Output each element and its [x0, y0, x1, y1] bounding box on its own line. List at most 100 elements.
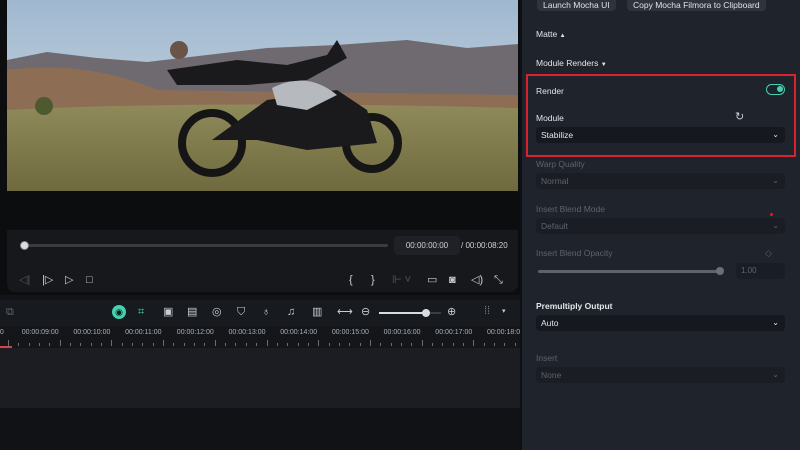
ruler-tick	[338, 343, 340, 346]
ruler-label: 00:00:16:00	[383, 329, 421, 336]
insert-label: Insert	[536, 353, 558, 363]
ruler-tick	[359, 343, 361, 346]
add-media-icon[interactable]: ▤	[187, 306, 197, 318]
module-renders-section[interactable]: Module Renders ▼	[536, 58, 607, 68]
layout-dropdown-icon[interactable]: ▾	[502, 306, 506, 318]
matte-section[interactable]: Matte ▲	[536, 29, 566, 39]
module-select[interactable]: Stabilize ⌄	[536, 127, 785, 143]
ai-robot-icon[interactable]: ◉	[112, 305, 126, 319]
launch-mocha-button[interactable]: Launch Mocha UI	[537, 0, 616, 11]
module-renders-label: Module Renders	[536, 58, 599, 68]
blend-opacity-label: Insert Blend Opacity	[536, 248, 613, 258]
ruler-label: 00:00:13:00	[228, 329, 266, 336]
ruler-tick	[132, 343, 134, 346]
opacity-slider-handle[interactable]	[716, 267, 724, 275]
properties-panel: Launch Mocha UI Copy Mocha Filmora to Cl…	[522, 0, 800, 450]
ruler-tick	[70, 343, 72, 346]
ruler-tick	[266, 340, 268, 346]
fit-width-icon[interactable]: ⟷	[337, 306, 353, 318]
current-timecode[interactable]: 00:00:00:00	[394, 236, 460, 255]
ruler-tick	[369, 340, 371, 346]
player-controls: 00:00:00:00 / 00:00:08:20 ◁| |▷ ▷ □ { } …	[7, 230, 518, 292]
marker-icon[interactable]: ⊩ ˅	[392, 274, 411, 286]
opacity-slider[interactable]	[538, 267, 724, 275]
layout-grid-icon[interactable]: ⁞⁞	[484, 305, 490, 317]
editor-left: 00:00:00:00 / 00:00:08:20 ◁| |▷ ▷ □ { } …	[0, 0, 520, 450]
shield-icon[interactable]: ⛉	[237, 306, 245, 318]
ruler-tick	[390, 343, 392, 346]
ruler-tick	[452, 343, 454, 346]
translate-icon[interactable]: ⧉	[6, 306, 14, 318]
mark-out-icon[interactable]: }	[371, 274, 375, 286]
timeline-track[interactable]	[0, 348, 520, 408]
premultiply-value: Auto	[541, 318, 559, 328]
ruler-tick	[121, 343, 123, 346]
opacity-input[interactable]: 1.00	[736, 263, 785, 279]
ruler-tick	[163, 340, 165, 346]
playback-scrubber[interactable]	[20, 241, 388, 250]
ruler-tick	[380, 343, 382, 346]
ruler-label: 00:00:11:00	[125, 329, 162, 336]
timeline-track-empty[interactable]	[0, 408, 520, 450]
render-toggle[interactable]	[766, 84, 785, 95]
blend-mode-select[interactable]: Default ⌄	[536, 218, 785, 234]
ruler-tick	[483, 343, 485, 346]
premultiply-select[interactable]: Auto ⌄	[536, 315, 785, 331]
stop-icon[interactable]: □	[86, 274, 93, 286]
ruler-tick	[142, 343, 144, 346]
chevron-down-icon: ⌄	[772, 318, 779, 327]
insert-select[interactable]: None ⌄	[536, 367, 785, 383]
ruler-tick	[80, 343, 82, 346]
display-icon[interactable]: ▭	[427, 274, 437, 286]
ruler-tick	[18, 343, 20, 346]
ai-cut-icon[interactable]: ⌗	[138, 306, 144, 318]
module-label: Module	[536, 113, 564, 123]
zoom-slider[interactable]	[379, 309, 441, 317]
modified-dot	[770, 213, 773, 216]
volume-icon[interactable]: ◁)	[471, 274, 483, 286]
timeline-ruler[interactable]: 00 00:00:09:00 00:00:10:00 00:00:11:00 00:00…	[0, 326, 520, 348]
ruler-tick	[307, 343, 309, 346]
ruler-tick	[473, 340, 475, 346]
preview-panel: 00:00:00:00 / 00:00:08:20 ◁| |▷ ▷ □ { } …	[0, 0, 520, 295]
keyframe-diamond-icon[interactable]: ◇	[765, 247, 772, 259]
ruler-tick	[28, 343, 30, 346]
warp-quality-label: Warp Quality	[536, 159, 585, 169]
ruler-tick	[421, 340, 423, 346]
render-label: Render	[536, 86, 564, 96]
timeline-toolbar: ⧉ ◉ ⌗ ▣ ▤ ◎ ⛉ ♁ ♫ ▥ ⟷ ⊖ ⊕ ⁞⁞ ▾	[0, 300, 520, 326]
ruler-label: 00:00:14:00	[280, 329, 318, 336]
chevron-down-icon: ⌄	[772, 221, 779, 230]
ruler-tick	[462, 343, 464, 346]
ruler-label: 00:00:18:00	[487, 329, 520, 336]
ruler-tick	[245, 343, 247, 346]
warp-quality-select[interactable]: Normal ⌄	[536, 173, 785, 189]
audio-sync-icon[interactable]: ◎	[212, 306, 222, 318]
ruler-label: 00:00:10:00	[73, 329, 111, 336]
play-icon[interactable]: ▷	[65, 274, 73, 286]
clip-settings-icon[interactable]: ▥	[312, 306, 322, 318]
next-frame-icon[interactable]: |▷	[42, 274, 53, 286]
scrubber-handle[interactable]	[20, 241, 29, 250]
zoom-slider-handle[interactable]	[421, 309, 430, 317]
zoom-in-icon[interactable]: ⊕	[447, 306, 456, 318]
expand-icon: ▼	[600, 62, 607, 68]
fullscreen-icon[interactable]: ⤡	[494, 274, 503, 286]
module-value: Stabilize	[541, 130, 574, 140]
ruler-tick	[173, 343, 175, 346]
auto-reframe-icon[interactable]: ▣	[163, 306, 173, 318]
music-list-icon[interactable]: ♫	[287, 306, 295, 318]
blend-mode-label: Insert Blend Mode	[536, 204, 605, 214]
zoom-out-icon[interactable]: ⊖	[361, 306, 370, 318]
ruler-tick	[101, 343, 103, 346]
video-frame	[7, 0, 518, 191]
mark-in-icon[interactable]: {	[349, 274, 353, 286]
collapse-icon: ▲	[559, 33, 566, 39]
prev-frame-icon[interactable]: ◁|	[19, 274, 30, 286]
snapshot-icon[interactable]: ◙	[449, 274, 456, 286]
ruler-tick	[411, 343, 413, 346]
copy-mocha-button[interactable]: Copy Mocha Filmora to Clipboard	[627, 0, 766, 11]
reset-icon[interactable]: ↻	[735, 111, 744, 123]
microphone-icon[interactable]: ♁	[262, 306, 270, 318]
ruler-tick	[442, 343, 444, 346]
